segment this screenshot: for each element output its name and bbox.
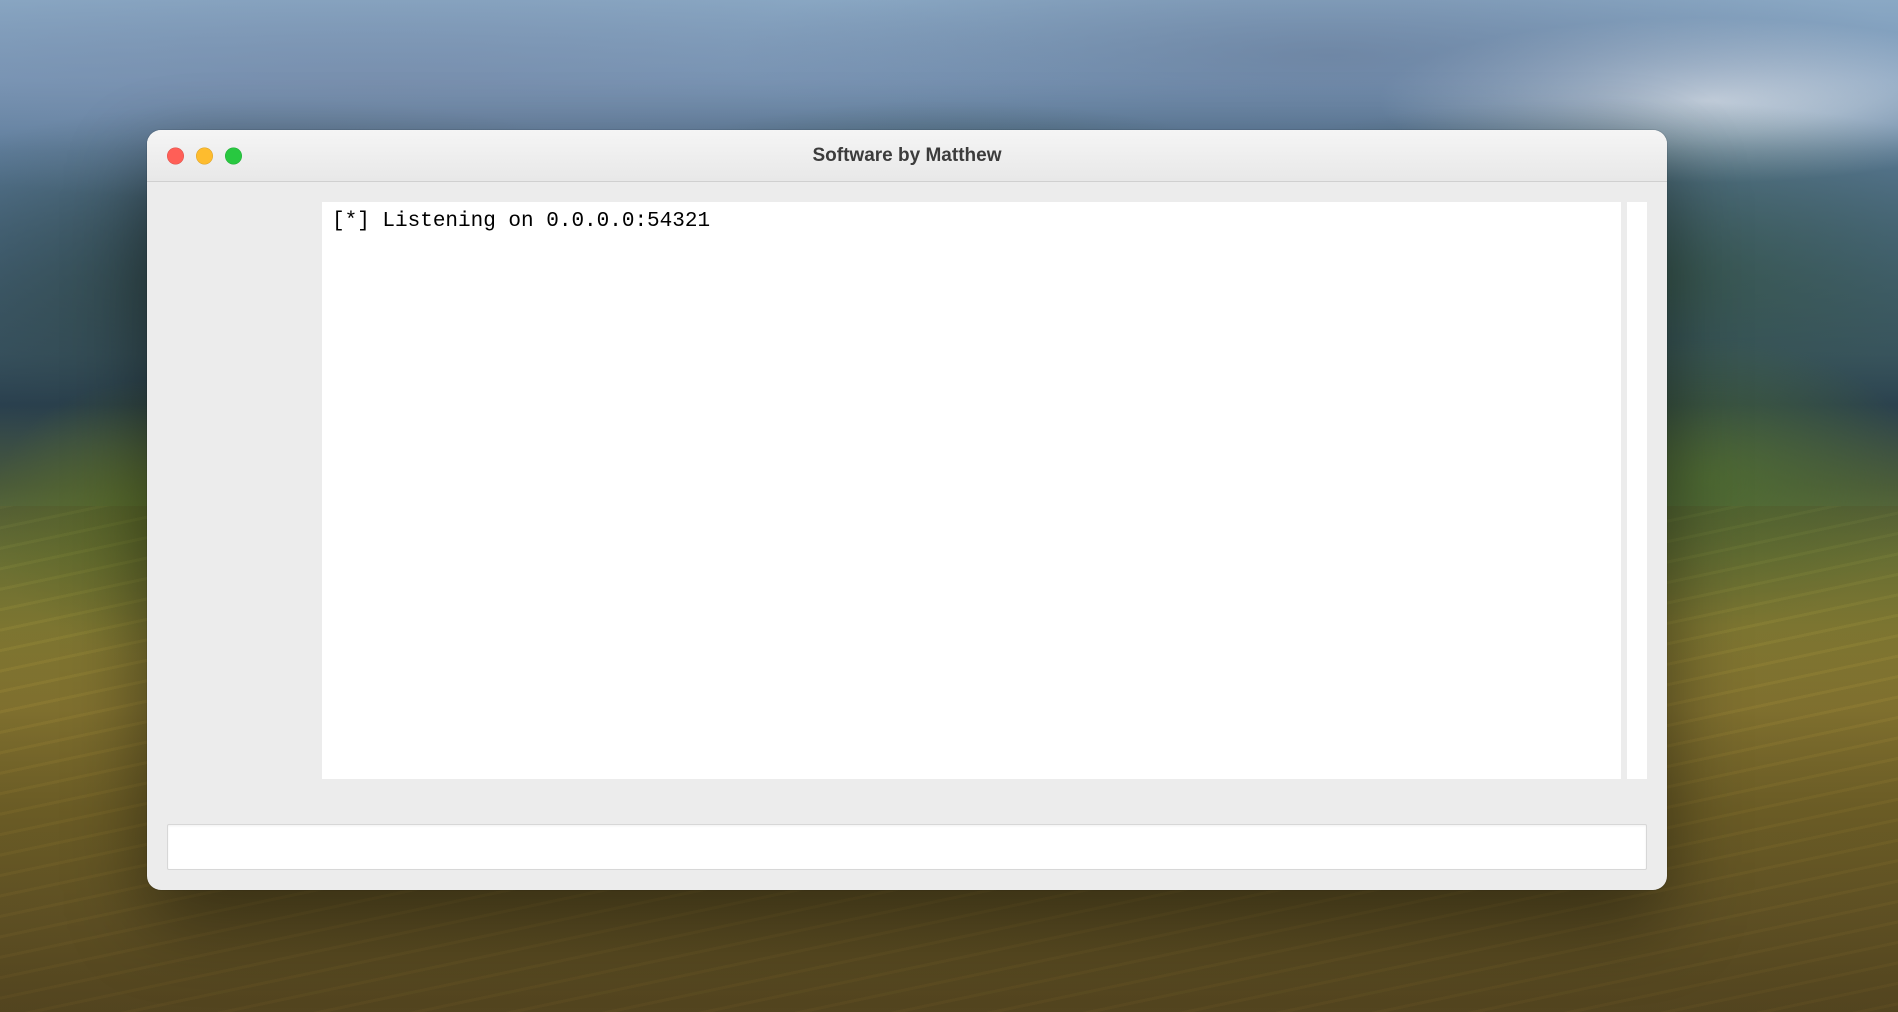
window-body: [*] Listening on 0.0.0.0:54321	[147, 182, 1667, 890]
titlebar[interactable]: Software by Matthew	[147, 130, 1667, 182]
console-output[interactable]: [*] Listening on 0.0.0.0:54321	[322, 202, 1621, 779]
app-window: Software by Matthew [*] Listening on 0.0…	[147, 130, 1667, 890]
command-input[interactable]	[167, 824, 1647, 870]
zoom-button[interactable]	[225, 147, 242, 164]
window-title: Software by Matthew	[147, 145, 1667, 167]
minimize-button[interactable]	[196, 147, 213, 164]
input-row	[167, 824, 1647, 870]
traffic-lights	[167, 147, 242, 164]
close-button[interactable]	[167, 147, 184, 164]
scrollbar-thumb[interactable]	[1629, 202, 1645, 779]
console-wrap: [*] Listening on 0.0.0.0:54321	[322, 202, 1647, 779]
scrollbar-track[interactable]	[1627, 202, 1647, 779]
